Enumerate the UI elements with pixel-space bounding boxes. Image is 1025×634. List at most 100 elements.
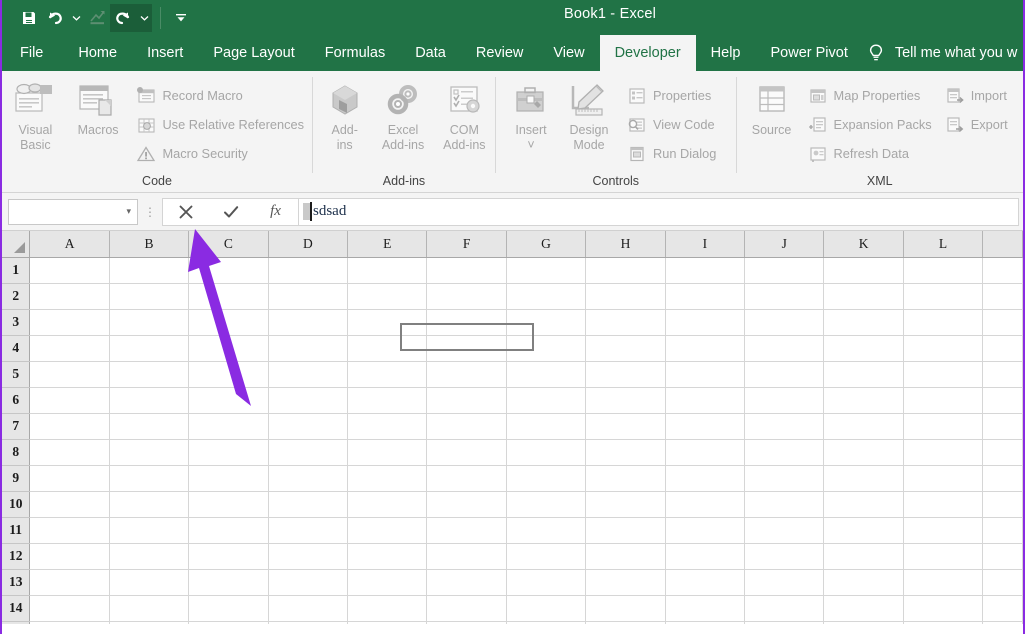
tell-me-search[interactable]: Tell me what you w <box>889 35 1018 71</box>
cell-K3[interactable] <box>824 309 903 335</box>
insert-function-button[interactable]: fx <box>253 199 298 225</box>
view-code-button[interactable]: View Code <box>624 110 724 139</box>
select-all-corner[interactable] <box>2 231 30 257</box>
cell-J7[interactable] <box>745 413 824 439</box>
formula-bar-cancel-button[interactable] <box>163 199 208 225</box>
cell-K12[interactable] <box>824 543 903 569</box>
cell-G15[interactable] <box>506 621 585 624</box>
cell-C3[interactable] <box>189 309 268 335</box>
cell-J12[interactable] <box>745 543 824 569</box>
row-header-9[interactable]: 9 <box>2 465 30 491</box>
cell-M2[interactable] <box>983 283 1023 309</box>
cell-C13[interactable] <box>189 569 268 595</box>
cell-H14[interactable] <box>586 595 665 621</box>
cell-B13[interactable] <box>109 569 188 595</box>
cell-C2[interactable] <box>189 283 268 309</box>
cell-E13[interactable] <box>348 569 427 595</box>
cell-G3[interactable] <box>506 309 585 335</box>
cell-J6[interactable] <box>745 387 824 413</box>
cell-A10[interactable] <box>30 491 109 517</box>
row-header-14[interactable]: 14 <box>2 595 30 621</box>
cell-L1[interactable] <box>903 257 982 283</box>
column-header-k[interactable]: K <box>824 231 903 257</box>
cell-G7[interactable] <box>506 413 585 439</box>
run-dialog-button[interactable]: Run Dialog <box>624 139 724 168</box>
cell-G8[interactable] <box>506 439 585 465</box>
cell-M8[interactable] <box>983 439 1023 465</box>
cell-M13[interactable] <box>983 569 1023 595</box>
cell-E1[interactable] <box>348 257 427 283</box>
tab-power-pivot[interactable]: Power Pivot <box>755 35 862 71</box>
cell-F6[interactable] <box>427 387 506 413</box>
cell-E12[interactable] <box>348 543 427 569</box>
cell-M6[interactable] <box>983 387 1023 413</box>
cell-I13[interactable] <box>665 569 744 595</box>
tab-home[interactable]: Home <box>63 35 132 71</box>
cell-D15[interactable] <box>268 621 347 624</box>
row-header-12[interactable]: 12 <box>2 543 30 569</box>
cell-D6[interactable] <box>268 387 347 413</box>
cell-F11[interactable] <box>427 517 506 543</box>
column-header-f[interactable]: F <box>427 231 506 257</box>
spreadsheet-grid[interactable]: A B C D E F G H I J K L 1234567891011121… <box>2 231 1023 624</box>
cell-G6[interactable] <box>506 387 585 413</box>
cell-M4[interactable] <box>983 335 1023 361</box>
cell-J9[interactable] <box>745 465 824 491</box>
cell-H11[interactable] <box>586 517 665 543</box>
cell-F4[interactable] <box>427 335 506 361</box>
cell-F12[interactable] <box>427 543 506 569</box>
cell-H15[interactable] <box>586 621 665 624</box>
cell-L10[interactable] <box>903 491 982 517</box>
cell-C4[interactable] <box>189 335 268 361</box>
cell-I4[interactable] <box>665 335 744 361</box>
cell-F14[interactable] <box>427 595 506 621</box>
cell-K2[interactable] <box>824 283 903 309</box>
cell-J1[interactable] <box>745 257 824 283</box>
cell-B3[interactable] <box>109 309 188 335</box>
cell-L9[interactable] <box>903 465 982 491</box>
cell-E8[interactable] <box>348 439 427 465</box>
cell-M15[interactable] <box>983 621 1023 624</box>
cell-D3[interactable] <box>268 309 347 335</box>
cell-L7[interactable] <box>903 413 982 439</box>
cell-I5[interactable] <box>665 361 744 387</box>
cell-D11[interactable] <box>268 517 347 543</box>
cell-M12[interactable] <box>983 543 1023 569</box>
cell-I7[interactable] <box>665 413 744 439</box>
cell-I10[interactable] <box>665 491 744 517</box>
cell-M11[interactable] <box>983 517 1023 543</box>
cell-M14[interactable] <box>983 595 1023 621</box>
cell-C9[interactable] <box>189 465 268 491</box>
cell-E15[interactable] <box>348 621 427 624</box>
column-header-l[interactable]: L <box>903 231 982 257</box>
cell-D2[interactable] <box>268 283 347 309</box>
cell-L12[interactable] <box>903 543 982 569</box>
cell-K5[interactable] <box>824 361 903 387</box>
column-header-d[interactable]: D <box>268 231 347 257</box>
cell-D4[interactable] <box>268 335 347 361</box>
row-header-6[interactable]: 6 <box>2 387 30 413</box>
row-header-15[interactable]: 15 <box>2 621 30 624</box>
cell-L15[interactable] <box>903 621 982 624</box>
cell-I15[interactable] <box>665 621 744 624</box>
cell-A6[interactable] <box>30 387 109 413</box>
row-header-1[interactable]: 1 <box>2 257 30 283</box>
cell-L2[interactable] <box>903 283 982 309</box>
column-header-g[interactable]: G <box>506 231 585 257</box>
cell-G11[interactable] <box>506 517 585 543</box>
column-header-c[interactable]: C <box>189 231 268 257</box>
cell-L8[interactable] <box>903 439 982 465</box>
cell-F10[interactable] <box>427 491 506 517</box>
cell-D1[interactable] <box>268 257 347 283</box>
cell-K4[interactable] <box>824 335 903 361</box>
cell-M5[interactable] <box>983 361 1023 387</box>
cell-D13[interactable] <box>268 569 347 595</box>
cell-A14[interactable] <box>30 595 109 621</box>
cell-F9[interactable] <box>427 465 506 491</box>
cell-H8[interactable] <box>586 439 665 465</box>
row-header-7[interactable]: 7 <box>2 413 30 439</box>
cell-M9[interactable] <box>983 465 1023 491</box>
cell-F1[interactable] <box>427 257 506 283</box>
cell-G13[interactable] <box>506 569 585 595</box>
cell-A7[interactable] <box>30 413 109 439</box>
